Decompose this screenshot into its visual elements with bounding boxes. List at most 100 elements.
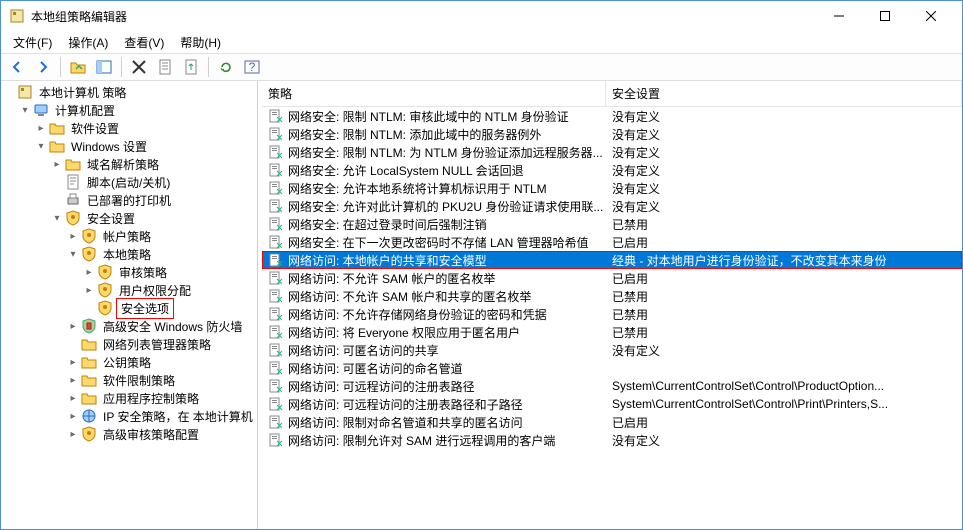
tree-label: 网络列表管理器策略 — [101, 335, 213, 354]
refresh-button[interactable] — [214, 55, 238, 79]
policy-row[interactable]: 网络访问: 不允许 SAM 帐户和共享的匿名枚举已禁用 — [262, 287, 962, 305]
policy-row[interactable]: 网络访问: 不允许 SAM 帐户的匿名枚举已启用 — [262, 269, 962, 287]
expand-icon[interactable]: ▸ — [81, 285, 97, 296]
delete-button[interactable] — [127, 55, 151, 79]
policy-row[interactable]: 网络安全: 在下一次更改密码时不存储 LAN 管理器哈希值已启用 — [262, 233, 962, 251]
close-button[interactable] — [908, 1, 954, 31]
expand-icon[interactable]: ▸ — [33, 123, 49, 134]
expand-icon[interactable]: ▸ — [65, 411, 81, 422]
tree-label: 用户权限分配 — [117, 281, 193, 300]
tree-item[interactable]: 脚本(启动/关机) — [1, 173, 257, 191]
tree-item[interactable]: ▸高级审核策略配置 — [1, 425, 257, 443]
show-hide-tree-button[interactable] — [92, 55, 116, 79]
up-button[interactable] — [66, 55, 90, 79]
tree-item[interactable]: ▸帐户策略 — [1, 227, 257, 245]
back-button[interactable] — [5, 55, 29, 79]
policy-row[interactable]: 网络安全: 限制 NTLM: 添加此域中的服务器例外没有定义 — [262, 125, 962, 143]
separator — [208, 57, 209, 77]
policy-icon — [268, 306, 284, 322]
tree-item[interactable]: ▸应用程序控制策略 — [1, 389, 257, 407]
policy-setting: 没有定义 — [606, 143, 962, 162]
menu-help[interactable]: 帮助(H) — [172, 32, 229, 53]
policy-row[interactable]: 网络访问: 限制对命名管道和共享的匿名访问已启用 — [262, 413, 962, 431]
policy-row[interactable]: 网络访问: 可匿名访问的命名管道 — [262, 359, 962, 377]
tree-item[interactable]: 安全选项 — [1, 299, 257, 317]
column-header-policy[interactable]: 策略 — [262, 81, 606, 106]
policy-row[interactable]: 网络访问: 不允许存储网络身份验证的密码和凭据已禁用 — [262, 305, 962, 323]
column-header-setting[interactable]: 安全设置 — [606, 81, 962, 106]
expand-icon[interactable]: ▸ — [65, 393, 81, 404]
expand-icon[interactable]: ▸ — [65, 375, 81, 386]
toolbar: ? — [1, 53, 962, 81]
collapse-icon[interactable]: ▾ — [17, 105, 33, 116]
policy-setting: 已启用 — [606, 233, 962, 252]
menu-action[interactable]: 操作(A) — [60, 32, 116, 53]
policy-row[interactable]: 网络安全: 允许 LocalSystem NULL 会话回退没有定义 — [262, 161, 962, 179]
tree-icon — [65, 156, 81, 172]
policy-row[interactable]: 网络安全: 在超过登录时间后强制注销已禁用 — [262, 215, 962, 233]
policy-row[interactable]: 网络访问: 将 Everyone 权限应用于匿名用户已禁用 — [262, 323, 962, 341]
policy-row[interactable]: 网络安全: 限制 NTLM: 为 NTLM 身份验证添加远程服务器...没有定义 — [262, 143, 962, 161]
policy-setting: 已禁用 — [606, 287, 962, 306]
policy-setting: 经典 - 对本地用户进行身份验证，不改变其本来身份 — [606, 251, 962, 270]
forward-button[interactable] — [31, 55, 55, 79]
policy-name: 网络安全: 限制 NTLM: 为 NTLM 身份验证添加远程服务器... — [288, 144, 603, 161]
tree-icon — [97, 300, 113, 316]
policy-setting: 没有定义 — [606, 431, 962, 450]
tree-pane[interactable]: 本地计算机 策略▾计算机配置▸软件设置▾Windows 设置▸域名解析策略脚本(… — [1, 81, 258, 529]
expand-icon[interactable]: ▸ — [65, 231, 81, 242]
tree-item[interactable]: ▸ 审核策略 — [1, 263, 257, 281]
policy-name: 网络安全: 在超过登录时间后强制注销 — [288, 216, 487, 233]
maximize-button[interactable] — [862, 1, 908, 31]
tree-item[interactable]: ▸域名解析策略 — [1, 155, 257, 173]
collapse-icon[interactable]: ▾ — [65, 249, 81, 260]
tree-item[interactable]: ▾计算机配置 — [1, 101, 257, 119]
tree-item[interactable]: ▸IP 安全策略，在 本地计算机 — [1, 407, 257, 425]
policy-row[interactable]: 网络访问: 限制允许对 SAM 进行远程调用的客户端没有定义 — [262, 431, 962, 449]
expand-icon[interactable]: ▸ — [81, 267, 97, 278]
expand-icon[interactable]: ▸ — [49, 159, 65, 170]
policy-row[interactable]: 网络安全: 限制 NTLM: 审核此域中的 NTLM 身份验证没有定义 — [262, 107, 962, 125]
policy-setting: System\CurrentControlSet\Control\Print\P… — [606, 396, 962, 412]
policy-icon — [268, 216, 284, 232]
app-icon — [9, 8, 25, 24]
tree-icon — [81, 336, 97, 352]
tree-item[interactable]: ▸公钥策略 — [1, 353, 257, 371]
collapse-icon[interactable]: ▾ — [33, 141, 49, 152]
tree-item[interactable]: ▸软件限制策略 — [1, 371, 257, 389]
help-button[interactable]: ? — [240, 55, 264, 79]
policy-row[interactable]: 网络访问: 本地帐户的共享和安全模型经典 - 对本地用户进行身份验证，不改变其本… — [262, 251, 962, 269]
tree-item[interactable]: 本地计算机 策略 — [1, 83, 257, 101]
tree-icon — [81, 372, 97, 388]
policy-row[interactable]: 网络访问: 可远程访问的注册表路径System\CurrentControlSe… — [262, 377, 962, 395]
tree-item[interactable]: ▾Windows 设置 — [1, 137, 257, 155]
tree-item[interactable]: ▸ 用户权限分配 — [1, 281, 257, 299]
tree-label: 安全设置 — [85, 209, 137, 228]
tree-icon — [81, 390, 97, 406]
tree-item[interactable]: ▾本地策略 — [1, 245, 257, 263]
policy-setting: 没有定义 — [606, 341, 962, 360]
policy-row[interactable]: 网络安全: 允许对此计算机的 PKU2U 身份验证请求使用联...没有定义 — [262, 197, 962, 215]
tree-item[interactable]: ▸ 高级安全 Windows 防火墙 — [1, 317, 257, 335]
expand-icon[interactable]: ▸ — [65, 321, 81, 332]
tree-item[interactable]: ▸软件设置 — [1, 119, 257, 137]
minimize-button[interactable] — [816, 1, 862, 31]
export-button[interactable] — [179, 55, 203, 79]
policy-row[interactable]: 网络访问: 可远程访问的注册表路径和子路径System\CurrentContr… — [262, 395, 962, 413]
menu-file[interactable]: 文件(F) — [5, 32, 60, 53]
collapse-icon[interactable]: ▾ — [49, 213, 65, 224]
menu-view[interactable]: 查看(V) — [116, 32, 172, 53]
tree-item[interactable]: ▾ 安全设置 — [1, 209, 257, 227]
tree-label: 高级安全 Windows 防火墙 — [101, 317, 244, 336]
policy-setting: 没有定义 — [606, 107, 962, 126]
expand-icon[interactable]: ▸ — [65, 429, 81, 440]
list-pane[interactable]: 策略 安全设置 网络安全: 限制 NTLM: 审核此域中的 NTLM 身份验证没… — [262, 81, 962, 529]
tree-item[interactable]: 已部署的打印机 — [1, 191, 257, 209]
expand-icon[interactable]: ▸ — [65, 357, 81, 368]
tree-label: 审核策略 — [117, 263, 169, 282]
policy-row[interactable]: 网络安全: 允许本地系统将计算机标识用于 NTLM没有定义 — [262, 179, 962, 197]
tree-item[interactable]: 网络列表管理器策略 — [1, 335, 257, 353]
menubar: 文件(F) 操作(A) 查看(V) 帮助(H) — [1, 31, 962, 53]
properties-button[interactable] — [153, 55, 177, 79]
policy-row[interactable]: 网络访问: 可匿名访问的共享没有定义 — [262, 341, 962, 359]
